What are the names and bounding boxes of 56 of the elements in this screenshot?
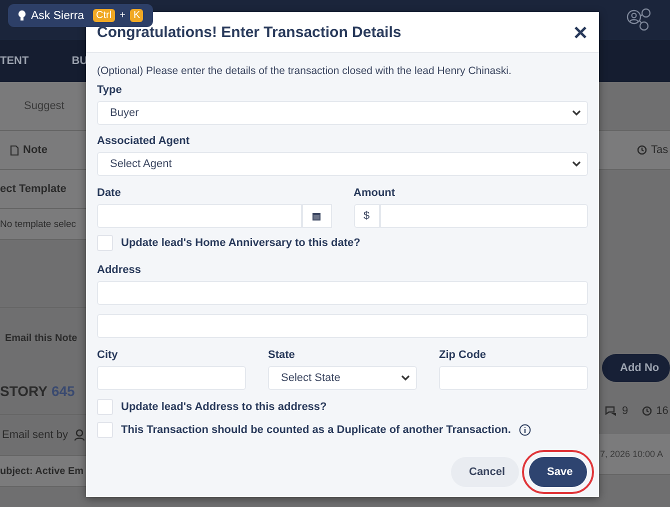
clock-icon bbox=[642, 406, 652, 416]
save-button[interactable]: Save bbox=[529, 457, 587, 487]
cancel-button[interactable]: Cancel bbox=[451, 457, 519, 487]
comment-count: 9 bbox=[622, 405, 628, 417]
field-label: City bbox=[97, 349, 119, 361]
agent-select[interactable]: Select Agent bbox=[97, 152, 588, 176]
template-label: ect Template bbox=[0, 183, 66, 195]
calendar-button[interactable] bbox=[302, 204, 332, 228]
note-icon bbox=[10, 144, 19, 156]
checkbox-label: Update lead's Address to this address? bbox=[121, 401, 327, 413]
chat-icon bbox=[605, 406, 618, 416]
template-value: No template selec bbox=[0, 218, 76, 230]
plus-sign: + bbox=[120, 10, 126, 21]
city-field[interactable] bbox=[97, 366, 246, 390]
nav-tab[interactable]: TENT bbox=[0, 55, 29, 67]
ask-assistant-button[interactable]: Ask Sierra Ctrl + K bbox=[8, 4, 154, 27]
field-label: Amount bbox=[354, 187, 396, 199]
field-label: Associated Agent bbox=[97, 135, 191, 147]
people-network-icon[interactable] bbox=[626, 8, 652, 32]
email-note-label: Email this Note bbox=[5, 332, 78, 344]
field-label: Address bbox=[97, 264, 142, 276]
chevron-down-icon bbox=[401, 375, 410, 381]
close-icon[interactable] bbox=[574, 26, 587, 38]
field-label: Type bbox=[97, 84, 123, 96]
checkbox[interactable] bbox=[97, 399, 113, 415]
field-label: Zip Code bbox=[439, 349, 488, 361]
keyboard-key: Ctrl bbox=[93, 9, 115, 22]
checkbox[interactable] bbox=[97, 235, 113, 251]
address-field[interactable] bbox=[97, 314, 588, 338]
chevron-down-icon bbox=[572, 161, 581, 167]
amount-field[interactable] bbox=[380, 204, 588, 228]
person-icon bbox=[74, 429, 86, 441]
state-select[interactable]: Select State bbox=[268, 366, 417, 390]
field-label: Date bbox=[97, 187, 122, 199]
history-title: STORY bbox=[0, 383, 48, 399]
email-subject: ubject: Active Em bbox=[0, 466, 84, 476]
time-count: 16 bbox=[656, 405, 668, 417]
date-field[interactable] bbox=[97, 204, 302, 228]
clock-icon bbox=[637, 145, 647, 155]
email-date: 7, 2026 10:00 A bbox=[600, 449, 664, 459]
type-select[interactable]: Buyer bbox=[97, 101, 588, 125]
lightbulb-icon bbox=[18, 10, 26, 22]
field-label: State bbox=[268, 349, 296, 361]
info-icon bbox=[518, 424, 531, 436]
address-field[interactable] bbox=[97, 281, 588, 305]
checkbox[interactable] bbox=[97, 422, 113, 438]
checkbox-label: Update lead's Home Anniversary to this date? bbox=[121, 237, 360, 249]
checkbox-label: This Transaction should be counted as a Duplicate of another Transaction. bbox=[121, 424, 511, 436]
intro-text: (Optional) Please enter the details of the transaction closed with the lead Henry Chinaski. bbox=[97, 65, 512, 77]
zip-field[interactable] bbox=[439, 366, 588, 390]
add-note-button[interactable]: Add No bbox=[602, 354, 670, 382]
keyboard-key: K bbox=[130, 9, 144, 22]
email-sender-label: Email sent by bbox=[2, 429, 68, 441]
chevron-down-icon bbox=[572, 110, 581, 116]
calendar-icon bbox=[312, 212, 321, 220]
currency-prefix: $ bbox=[354, 204, 380, 228]
